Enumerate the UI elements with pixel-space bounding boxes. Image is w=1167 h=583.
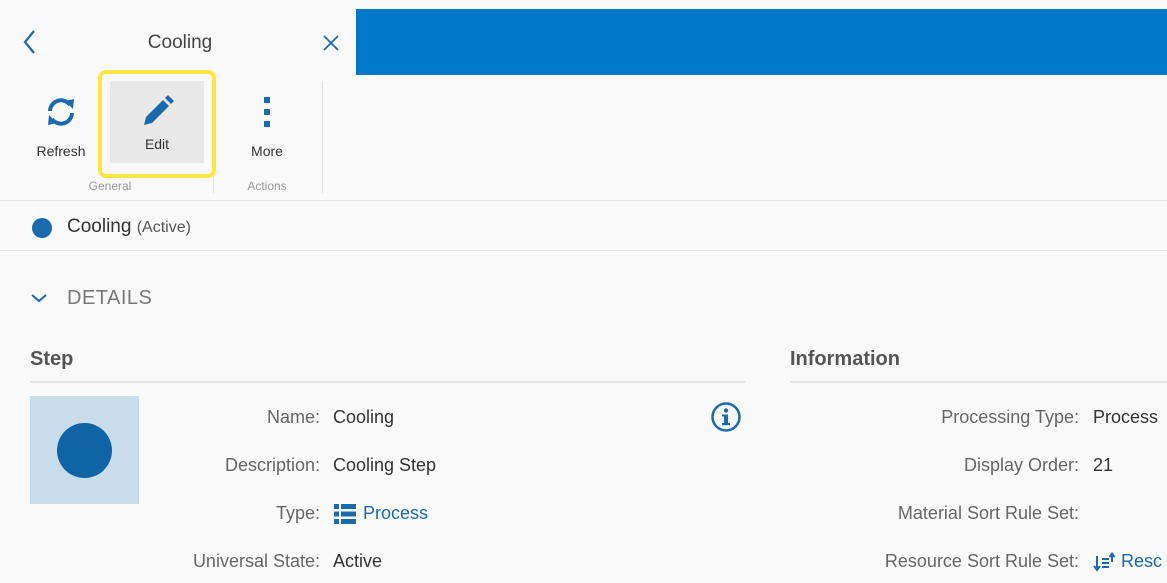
step-section-divider	[30, 381, 745, 383]
group-label-general: General	[88, 179, 132, 193]
tab-bar: Cooling	[0, 0, 1167, 75]
info-button[interactable]	[710, 401, 742, 433]
resource-sort-rule-set-label: Resource Sort Rule Set:	[884, 551, 1079, 571]
type-link[interactable]: Process	[333, 503, 428, 525]
toolbar-separator	[213, 171, 214, 193]
close-tab-button[interactable]	[320, 32, 342, 54]
resource-sort-rule-set-value: Resc	[1121, 551, 1163, 571]
sort-icon	[1093, 552, 1115, 572]
close-icon	[323, 35, 339, 51]
details-title: DETAILS	[67, 287, 153, 309]
status-indicator	[32, 218, 52, 238]
tab: Cooling	[0, 0, 356, 75]
tab-title: Cooling	[147, 32, 213, 53]
toolbar: Refresh Edit More General Actions	[0, 70, 1167, 200]
refresh-icon	[48, 98, 74, 126]
refresh-label: Refresh	[36, 143, 86, 159]
step-image	[30, 396, 139, 504]
processing-type-value: Process	[1093, 407, 1159, 427]
display-order-value: 21	[1093, 455, 1114, 475]
refresh-button[interactable]: Refresh	[24, 83, 98, 171]
chevron-down-icon	[31, 294, 47, 303]
entity-name: Cooling (Active)	[67, 216, 191, 238]
type-value: Process	[363, 503, 429, 523]
more-button[interactable]: More	[230, 83, 304, 171]
back-button[interactable]	[20, 28, 40, 56]
universal-state-value: Active	[333, 551, 383, 571]
pencil-icon	[144, 95, 174, 125]
chevron-left-icon	[23, 30, 35, 54]
material-sort-rule-set-label: Material Sort Rule Set:	[897, 503, 1079, 523]
universal-state-label: Universal State:	[192, 551, 320, 571]
edit-label: Edit	[144, 136, 170, 152]
description-label: Description:	[224, 455, 320, 475]
list-icon	[334, 504, 356, 525]
vertical-dots-icon	[264, 97, 270, 127]
display-order-label: Display Order:	[963, 455, 1079, 475]
type-label: Type:	[275, 503, 320, 523]
name-label: Name:	[266, 407, 320, 427]
processing-type-label: Processing Type:	[941, 407, 1079, 427]
info-circle-icon	[711, 402, 741, 432]
step-section-title: Step	[30, 348, 74, 370]
entity-status-row: Cooling (Active)	[0, 200, 1167, 251]
name-value: Cooling	[333, 407, 395, 427]
entity-state: (Active)	[136, 219, 191, 236]
entity-name-text: Cooling	[67, 216, 132, 237]
information-section-divider	[790, 381, 1167, 383]
toolbar-separator	[322, 81, 323, 193]
description-value: Cooling Step	[333, 455, 437, 475]
step-image-dot	[57, 423, 112, 478]
resource-sort-rule-set-link[interactable]: Resc	[1093, 551, 1162, 572]
information-section-title: Information	[790, 348, 900, 370]
edit-button[interactable]: Edit	[98, 70, 216, 178]
group-label-actions: Actions	[247, 179, 287, 193]
header-banner	[356, 9, 1167, 75]
more-label: More	[251, 143, 283, 159]
